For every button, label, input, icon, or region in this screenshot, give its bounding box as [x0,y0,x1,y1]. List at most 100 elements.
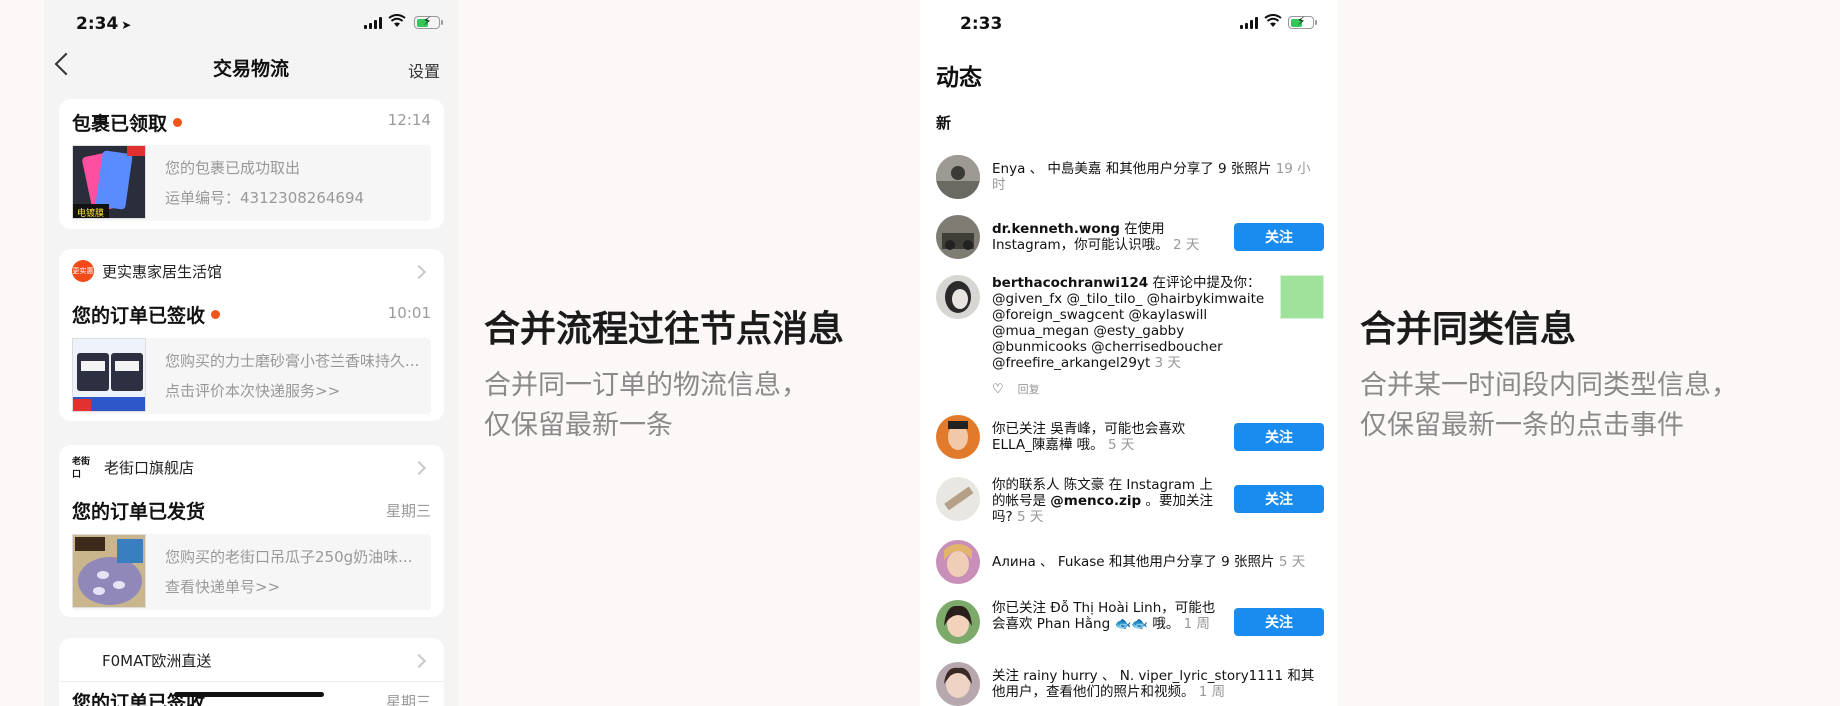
mention-line[interactable]: @given_fx @_tilo_tilo_ @hairbykimwaite [992,291,1282,307]
signal-icon [1240,17,1258,29]
card-detail: 电镀膜 您的包裹已成功取出 运单编号：4312308264694 [72,145,431,221]
shop-name: F0MAT欧洲直送 [102,651,212,670]
section-header: 新 [936,114,952,132]
page-title: 动态 [936,65,982,91]
mention-line[interactable]: @foreign_swagcent @kaylaswill [992,307,1282,323]
reply-button[interactable]: 回复 [1018,381,1040,397]
activity-text: 你已关注 吳青峰，可能也会喜欢 ELLA_陳嘉樺 哦。 [992,421,1186,453]
card-title: 您的订单已签收 [72,692,206,706]
mention-line[interactable]: @mua_megan @esty_gabby [992,323,1282,339]
avatar[interactable] [936,540,980,584]
activity-time: 2 天 [1172,237,1200,253]
divider [59,681,444,682]
caption-heading: 合并流程过往节点消息 [484,309,845,350]
avatar[interactable] [936,415,980,459]
activity-text: 关注 rainy hurry 、 N. viper_lyric_story111… [992,668,1315,700]
post-thumbnail[interactable] [1280,275,1324,319]
shop-name-row[interactable]: F0MAT欧洲直送 [102,648,211,672]
card-time: 星期三 [385,693,431,706]
shop-name: 更实惠家居生活馆 [102,262,223,281]
wifi-icon [388,14,406,27]
card-line-1: 您购买的老街口吊瓜子250g奶油味... [165,548,413,566]
chevron-right-icon[interactable] [411,653,427,669]
status-time: 2:34 ➤ [76,14,132,34]
activity-time: 1 周 [1183,616,1211,632]
page-title: 交易物流 [212,58,289,80]
caption-heading: 合并同类信息 [1360,309,1577,350]
avatar[interactable] [936,155,980,199]
caption-merge-similar: 合并同类信息 合并某一时间段内同类型信息， 仅保留最新一条的点击事件 [1360,300,1738,446]
wifi-icon [1264,14,1282,27]
svg-text:电镀膜: 电镀膜 [77,207,104,219]
avatar[interactable] [936,275,980,319]
product-thumbnail [72,338,146,412]
card-detail: 您购买的力士磨砂膏小苍兰香味持久... 点击评价本次快递服务>> [72,338,431,414]
activity-time: 3 天 [1154,355,1181,371]
card-line-2[interactable]: 点击评价本次快递服务>> [165,380,340,401]
shop-logo: 更实惠 [72,260,94,282]
unread-dot [211,310,221,319]
mention-line[interactable]: @bunmicooks @cherrisedboucher [992,339,1282,355]
username[interactable]: @menco.zip [1050,493,1141,509]
avatar[interactable] [936,600,980,644]
battery-icon: ⚡ [414,14,443,29]
card-title: 您的订单已发货 [72,501,206,523]
card-time: 10:01 [387,304,431,322]
activity-text: Enya 、 中島美嘉 和其他用户分享了 9 张照片 [992,161,1272,177]
mention-line[interactable]: @freefire_arkangel29yt [992,355,1150,371]
logistics-card[interactable]: 更实惠 更实惠家居生活馆 您的订单已签收 10:01 您购买的力士磨砂膏小苍兰香味… [59,249,444,421]
activity-time: 5 天 [1278,554,1306,570]
activity-text: 你已关注 Đỗ Thị Hoài Linh，可能也会喜欢 Phan Hằng 🐟… [992,600,1216,632]
battery-icon: ⚡ [1288,14,1317,29]
signal-icon [364,17,382,29]
caption-merge-process: 合并流程过往节点消息 合并同一订单的物流信息， 仅保留最新一条 [484,300,844,446]
product-thumbnail: 电镀膜 [72,145,146,219]
caption-sub-1: 合并同一订单的物流信息， [484,370,808,401]
avatar[interactable] [936,215,980,259]
shop-logo: 老街口 [72,457,91,480]
avatar[interactable] [936,662,980,706]
nav-bar: 交易物流 设置 [44,46,458,90]
follow-button[interactable]: 关注 [1234,485,1324,513]
product-thumbnail [72,534,146,608]
card-line-2[interactable]: 运单编号：4312308264694 [165,187,364,208]
card-time: 星期三 [385,502,431,520]
activity-time: 1 周 [1198,684,1226,700]
settings-button[interactable]: 设置 [408,58,440,82]
card-title: 包裹已领取 [72,109,183,136]
logistics-phone-screen: 2:34 ➤ ⚡ 交易物流 设置 包裹已领取 12:14 电镀膜 您的包裹已成功… [44,0,458,706]
follow-button[interactable]: 关注 [1234,608,1324,636]
chevron-right-icon[interactable] [411,460,427,476]
avatar[interactable] [936,477,980,521]
activity-text: 在评论中提及你： [1148,275,1261,291]
activity-phone-screen: 2:33 ⚡ 动态 新 Enya 、 中島美嘉 和其他用户分享了 9 张照片 1… [920,0,1338,706]
location-arrow-icon: ➤ [121,18,132,32]
username[interactable]: dr.kenneth.wong [992,221,1120,237]
follow-button[interactable]: 关注 [1234,423,1324,451]
caption-sub-1: 合并某一时间段内同类型信息， [1360,370,1738,401]
activity-time: 5 天 [1016,509,1044,525]
card-time: 12:14 [387,111,431,129]
shop-name-row[interactable]: 老街口 老街口旗舰店 [72,455,195,480]
status-bar: 2:34 ➤ ⚡ [44,0,458,46]
card-line-2[interactable]: 查看快递单号>> [165,576,280,597]
caption-sub-2: 仅保留最新一条的点击事件 [1360,410,1684,441]
follow-button[interactable]: 关注 [1234,223,1324,251]
card-detail: 您购买的老街口吊瓜子250g奶油味... 查看快递单号>> [72,534,431,610]
card-line-1: 您的包裹已成功取出 [165,159,301,177]
shop-name: 老街口旗舰店 [104,458,195,477]
activity-text: Алина 、 Fukase 和其他用户分享了 9 张照片 [992,554,1275,570]
unread-dot [173,118,183,127]
status-time: 2:33 [960,14,1003,34]
chevron-right-icon[interactable] [411,264,427,280]
logistics-card[interactable]: 老街口 老街口旗舰店 您的订单已发货 星期三 您购买的老街口吊瓜子250g奶油味.… [59,445,444,617]
shop-name-row[interactable]: 更实惠 更实惠家居生活馆 [72,259,222,283]
card-title: 您的订单已签收 [72,301,221,328]
heart-icon[interactable]: ♡ [992,382,1004,397]
username[interactable]: berthacochranwi124 [992,275,1148,291]
logistics-card[interactable]: 包裹已领取 12:14 电镀膜 您的包裹已成功取出 运单编号：431230826… [59,99,444,229]
home-indicator [174,692,324,697]
activity-time: 5 天 [1107,437,1135,453]
card-line-1: 您购买的力士磨砂膏小苍兰香味持久... [165,352,420,370]
caption-sub-2: 仅保留最新一条 [484,410,673,441]
